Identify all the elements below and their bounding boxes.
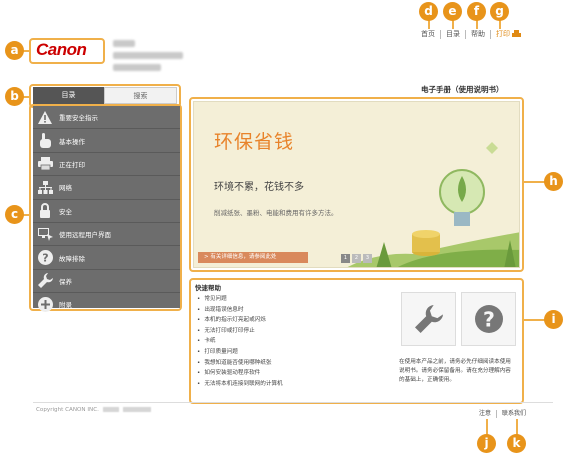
list-item[interactable]: 出现错误信息时 — [197, 305, 283, 316]
list-item[interactable]: 本机的指示灯亮起或闪烁 — [197, 315, 283, 326]
sidebar-item-appendix[interactable]: 附录 — [33, 293, 180, 315]
manual-title: 电子手册（使用说明书） — [421, 85, 504, 94]
callout-a: a — [5, 41, 24, 60]
callout-line-h — [523, 181, 545, 183]
help-link[interactable]: 帮助 — [466, 30, 491, 39]
sidebar-item-remote-ui[interactable]: 使用远程用户界面 — [33, 223, 180, 247]
warning-icon — [37, 109, 53, 125]
sidebar-item-troubleshooting[interactable]: ? 故障排除 — [33, 246, 180, 270]
callout-line-e — [452, 20, 454, 29]
printer-icon — [37, 156, 53, 172]
home-link[interactable]: 首页 — [416, 30, 441, 39]
sidebar-item-safety[interactable]: 重要安全指示 — [33, 106, 180, 130]
callout-k: k — [507, 434, 526, 453]
callout-line-c — [23, 214, 30, 216]
remote-ui-icon — [37, 226, 53, 242]
sidebar-item-security[interactable]: 安全 — [33, 200, 180, 223]
question-icon: ? — [474, 305, 503, 333]
sidebar-nav: 重要安全指示 基本操作 正在打印 网络 安全 使用远程用户界面 ? 故障排除 保… — [33, 106, 180, 312]
list-item[interactable]: 无法打印或打印停止 — [197, 326, 283, 337]
plus-circle-icon — [37, 296, 53, 312]
banner-more-link[interactable]: > 有关详细信息，请参阅此处 — [198, 252, 308, 263]
list-item[interactable]: 我想知道能否使用哪种纸张 — [197, 358, 283, 369]
callout-line-g — [499, 20, 501, 29]
list-item[interactable]: 打印质量问题 — [197, 347, 283, 358]
callout-line-a — [23, 50, 30, 52]
pager-dot-2[interactable]: 2 — [352, 254, 361, 263]
product-title — [113, 40, 183, 71]
svg-text:?: ? — [42, 252, 48, 265]
list-item[interactable]: 卡纸 — [197, 336, 283, 347]
callout-line-d — [428, 20, 430, 29]
wrench-icon — [37, 273, 53, 289]
callout-f: f — [467, 2, 486, 21]
callout-b: b — [5, 87, 24, 106]
list-item[interactable]: 无法将本机连接到联网的计算机 — [197, 379, 282, 390]
banner-pager: 1 2 3 — [341, 254, 372, 263]
svg-text:?: ? — [483, 307, 495, 331]
sidebar-item-maintenance[interactable]: 保养 — [33, 270, 180, 294]
callout-line-i — [523, 319, 545, 321]
quick-help-title: 快速帮助 — [195, 284, 221, 292]
pager-dot-1[interactable]: 1 — [341, 254, 350, 263]
toc-link[interactable]: 目录 — [441, 30, 466, 39]
pager-dot-3[interactable]: 3 — [363, 254, 372, 263]
promo-banner[interactable]: 环保省钱 环境不累，花钱不多 削减纸张、墨粉、电能和费用有许多方法。 > 有关详… — [193, 101, 520, 268]
printer-icon — [512, 30, 522, 37]
callout-line-b — [23, 96, 30, 98]
callout-e: e — [443, 2, 462, 21]
list-item[interactable]: 如何安装驱动程序软件 — [197, 368, 283, 379]
usage-notice: 在使用本产品之前，请务必先仔细阅读本使用说明书。请务必保留备用。请在充分理解内容… — [399, 359, 511, 383]
callout-j: j — [477, 434, 496, 453]
sidebar-tabs: 目录 搜索 — [33, 87, 177, 104]
maintenance-button[interactable] — [401, 292, 456, 346]
sidebar-item-basic[interactable]: 基本操作 — [33, 129, 180, 153]
quick-help-list: 常见问题 出现错误信息时 本机的指示灯亮起或闪烁 无法打印或打印停止 卡纸 打印… — [197, 294, 283, 390]
list-item[interactable]: 常见问题 — [197, 294, 283, 305]
sidebar-item-printing[interactable]: 正在打印 — [33, 153, 180, 177]
faq-button[interactable]: ? — [461, 292, 516, 346]
callout-g: g — [490, 2, 509, 21]
print-link[interactable]: 打印 — [491, 30, 526, 39]
wrench-icon — [414, 305, 443, 333]
tab-contents[interactable]: 目录 — [33, 87, 104, 104]
callout-i: i — [544, 310, 563, 329]
question-icon: ? — [37, 250, 53, 266]
eco-illustration — [347, 142, 519, 267]
hand-pointer-icon — [37, 133, 53, 149]
tab-search[interactable]: 搜索 — [104, 87, 177, 104]
sidebar-item-network[interactable]: 网络 — [33, 176, 180, 200]
lock-icon — [37, 203, 53, 219]
contact-link[interactable]: 联系我们 — [497, 410, 531, 418]
callout-d: d — [419, 2, 438, 21]
footer-links: 注意 联系我们 — [474, 410, 531, 418]
quick-help: 快速帮助 常见问题 出现错误信息时 本机的指示灯亮起或闪烁 无法打印或打印停止 … — [193, 280, 520, 400]
callout-c: c — [5, 205, 24, 224]
callout-h: h — [544, 172, 563, 191]
copyright: Copyright CANON INC. — [36, 407, 151, 413]
top-links: 首页 目录 帮助 打印 — [416, 30, 526, 39]
callout-line-f — [476, 20, 478, 29]
footer-divider — [33, 402, 553, 403]
notice-link[interactable]: 注意 — [474, 410, 498, 418]
network-icon — [37, 179, 53, 195]
canon-logo: Canon — [36, 40, 87, 59]
